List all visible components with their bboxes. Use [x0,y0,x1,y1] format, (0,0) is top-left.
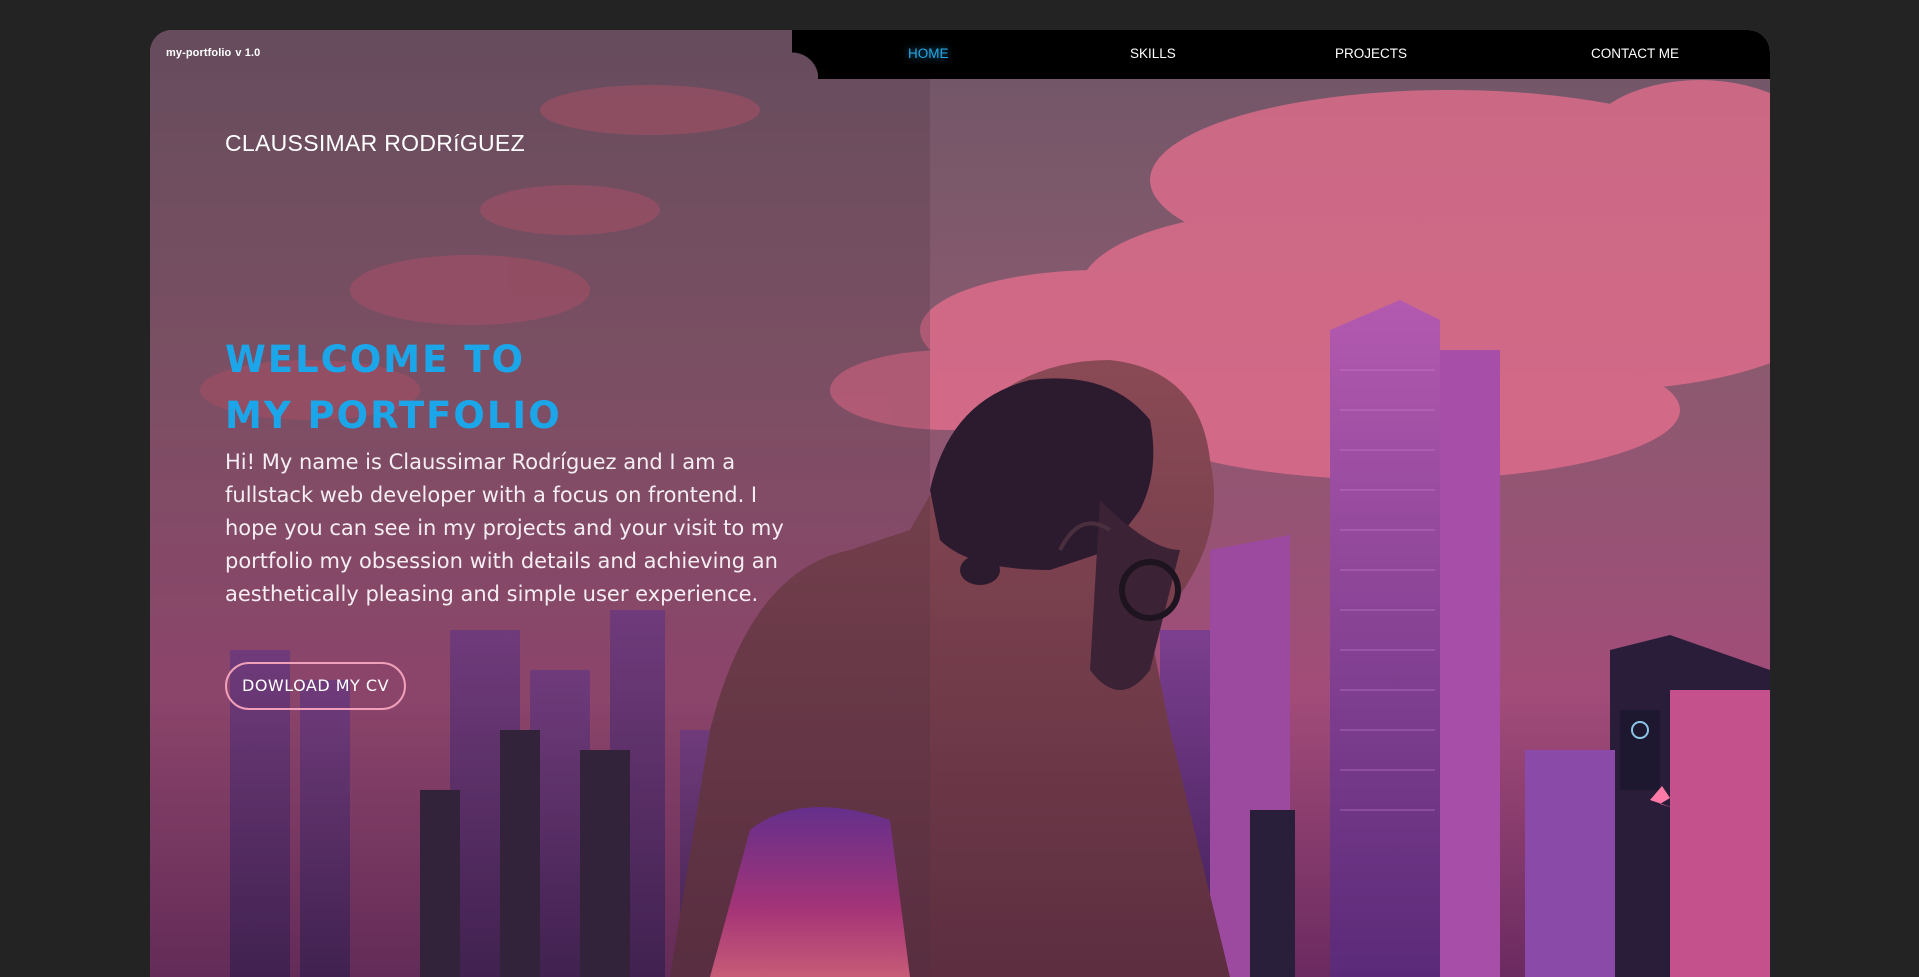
intro-paragraph: Hi! My name is Claussimar Rodríguez and … [225,450,784,606]
site-brand: my-portfolio v 1.0 [166,47,260,59]
nav-item-contact-me[interactable]: CONTACT ME [1591,46,1679,61]
nav-item-home[interactable]: HOME [908,46,949,61]
brand-name: my-portfolio [166,47,232,59]
welcome-heading: WELCOME TO MY PORTFOLIO [225,332,562,444]
owner-name: CLAUSSIMAR RODRíGUEZ [225,130,525,156]
download-cv-button[interactable]: DOWLOAD MY CV [225,662,407,710]
nav-item-projects[interactable]: PROJECTS [1335,46,1407,61]
main-navigation: HOME SKILLS PROJECTS CONTACT ME [792,30,1770,79]
portfolio-window: my-portfolio v 1.0 HOME SKILLS PROJECTS C… [150,30,1770,977]
welcome-line-1: WELCOME TO [225,338,525,381]
brand-version: v 1.0 [235,47,261,59]
nav-item-skills[interactable]: SKILLS [1130,46,1176,61]
welcome-line-2: MY PORTFOLIO [225,394,562,437]
